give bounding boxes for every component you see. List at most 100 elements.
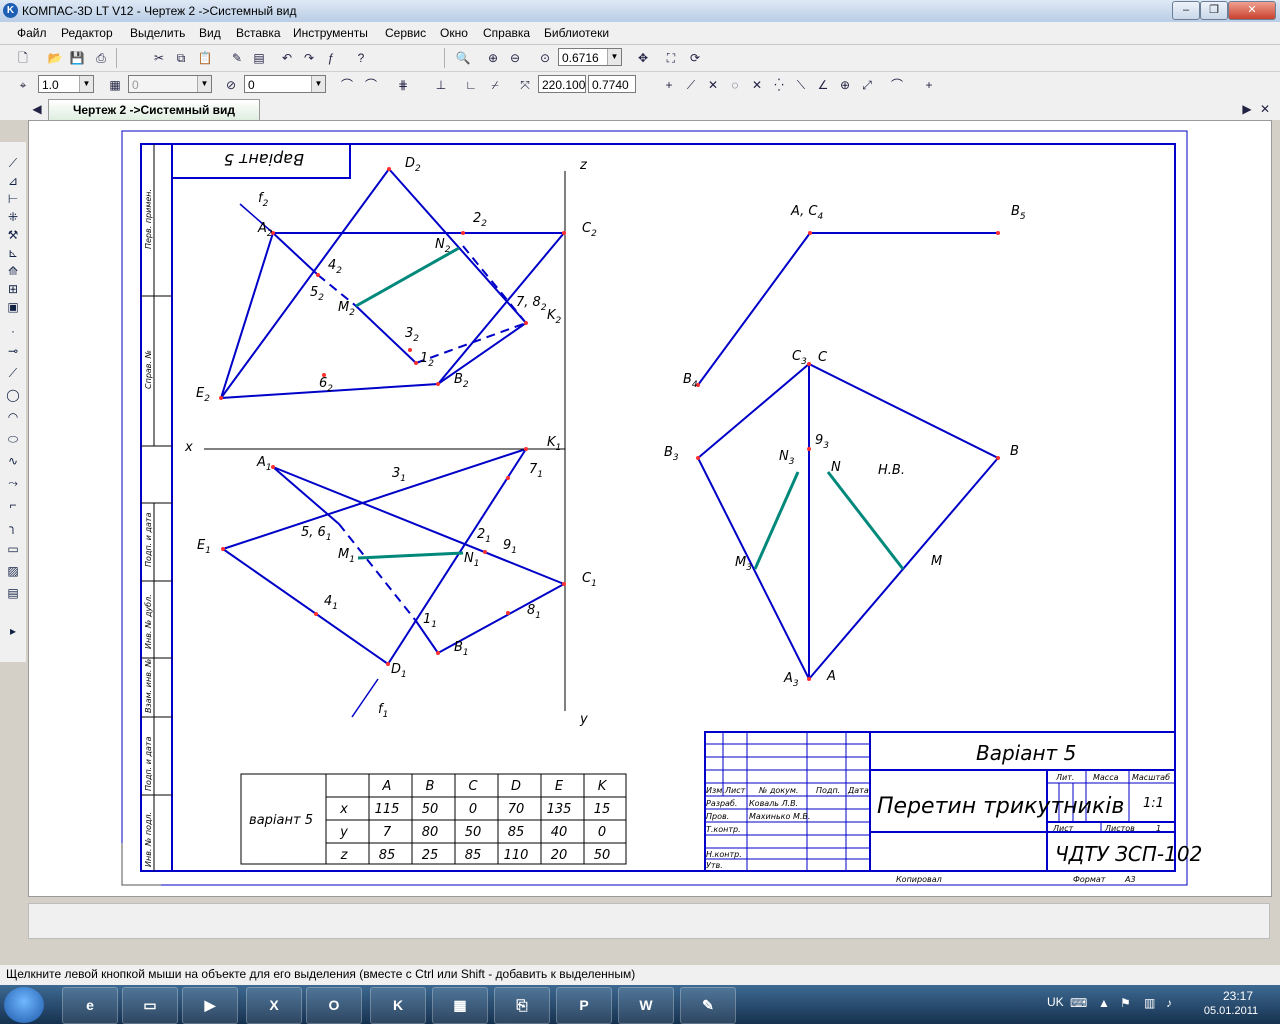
- explorer-icon[interactable]: ▭: [122, 987, 178, 1024]
- start-button-icon[interactable]: [4, 987, 44, 1023]
- clock-time[interactable]: 23:17: [1208, 989, 1268, 1003]
- aux-line-icon[interactable]: ⊸: [4, 342, 22, 360]
- circle-icon[interactable]: ◯: [4, 386, 22, 404]
- snap-point-icon[interactable]: +: [660, 76, 678, 94]
- menu-insert[interactable]: Вставка: [236, 26, 281, 40]
- style-input[interactable]: 0 ▼: [244, 75, 326, 93]
- local-cs-icon[interactable]: ⊥: [432, 76, 450, 94]
- keyboard-icon[interactable]: ⌨: [1070, 996, 1087, 1010]
- coord-y-input[interactable]: 0.7740: [588, 75, 636, 93]
- cursor-step-icon[interactable]: ⌖: [14, 76, 32, 94]
- function-icon[interactable]: ƒ: [322, 49, 340, 67]
- close-button[interactable]: ✕: [1228, 1, 1276, 20]
- drawing-sheet[interactable]: Bapiант 5 D2 A2 C2 E2 B2 K2 f2 22 42 52 …: [29, 121, 1271, 896]
- segment-icon[interactable]: ⟋: [4, 364, 22, 382]
- collection-icon[interactable]: ▤: [4, 584, 22, 602]
- point-icon[interactable]: ·: [4, 322, 22, 340]
- menu-help[interactable]: Справка: [483, 26, 530, 40]
- opera-icon[interactable]: O: [306, 987, 362, 1024]
- paint-icon[interactable]: ✎: [680, 987, 736, 1024]
- measure-icon[interactable]: ⊾: [4, 244, 22, 262]
- snap-extra-icon[interactable]: +: [920, 76, 938, 94]
- polyline-icon[interactable]: ⤳: [4, 474, 22, 492]
- editing-icon[interactable]: ⁜: [4, 208, 22, 226]
- pan-icon[interactable]: ✥: [634, 49, 652, 67]
- tray-expand-icon[interactable]: ▲: [1098, 996, 1110, 1010]
- more-tools-icon[interactable]: ▸: [4, 622, 22, 640]
- new-document-icon[interactable]: 🗋: [14, 49, 32, 67]
- menu-select[interactable]: Выделить: [130, 26, 185, 40]
- properties-icon[interactable]: ✎: [228, 49, 246, 67]
- copy-icon[interactable]: ⧉: [172, 49, 190, 67]
- menu-service[interactable]: Сервис: [385, 26, 426, 40]
- word-icon[interactable]: W: [618, 987, 674, 1024]
- snap-magnet-icon[interactable]: ⌒: [888, 76, 906, 94]
- tab-close-icon[interactable]: ✕: [1256, 100, 1274, 118]
- pdf-icon[interactable]: P: [556, 987, 612, 1024]
- tab-scroll-left-icon[interactable]: ◀: [28, 100, 46, 118]
- snap-icon[interactable]: ⌿: [486, 76, 504, 94]
- drawing-canvas[interactable]: Bapiант 5 D2 A2 C2 E2 B2 K2 f2 22 42 52 …: [28, 120, 1272, 897]
- menu-libraries[interactable]: Библиотеки: [544, 26, 609, 40]
- spec-icon[interactable]: ⊞: [4, 280, 22, 298]
- style-icon[interactable]: ⊘: [222, 76, 240, 94]
- redo-icon[interactable]: ↷: [300, 49, 318, 67]
- scanner-icon[interactable]: ⎘: [494, 987, 550, 1024]
- step-input[interactable]: 1.0 ▼: [38, 75, 94, 93]
- magnet-icon[interactable]: ⌒: [338, 76, 356, 94]
- grid-icon[interactable]: ⋕: [394, 76, 412, 94]
- undo-icon[interactable]: ↶: [278, 49, 296, 67]
- zoom-input[interactable]: 0.6716 ▼: [558, 48, 622, 66]
- snap-grid-icon[interactable]: ⁛: [770, 76, 788, 94]
- zoom-out-icon[interactable]: ⊖: [506, 49, 524, 67]
- excel-icon[interactable]: X: [246, 987, 302, 1024]
- snap-intersection-icon[interactable]: ✕: [704, 76, 722, 94]
- chevron-down-icon[interactable]: ▼: [311, 76, 325, 92]
- show-all-icon[interactable]: ⛶: [662, 49, 680, 67]
- fillet-icon[interactable]: ╮: [4, 518, 22, 536]
- coord-x-input[interactable]: 220.100: [538, 75, 586, 93]
- parametrization-icon[interactable]: ⚒: [4, 226, 22, 244]
- hatch-icon[interactable]: ▨: [4, 562, 22, 580]
- layer-input[interactable]: 0 ▼: [128, 75, 212, 93]
- spline-icon[interactable]: ∿: [4, 452, 22, 470]
- report-icon[interactable]: ▣: [4, 298, 22, 316]
- cut-icon[interactable]: ✂: [150, 49, 168, 67]
- chevron-down-icon[interactable]: ▼: [197, 76, 211, 92]
- table-icon[interactable]: ▤: [250, 49, 268, 67]
- ie-icon[interactable]: e: [62, 987, 118, 1024]
- volume-icon[interactable]: ♪: [1166, 996, 1172, 1010]
- winrar-icon[interactable]: ▦: [432, 987, 488, 1024]
- network-icon[interactable]: ▥: [1144, 996, 1155, 1010]
- restore-button[interactable]: ❐: [1200, 1, 1228, 20]
- zoom-in-icon[interactable]: ⊕: [484, 49, 502, 67]
- snap-curve-icon[interactable]: ⤢: [858, 76, 876, 94]
- paste-icon[interactable]: 📋: [196, 49, 214, 67]
- help-pointer-icon[interactable]: ?: [352, 49, 370, 67]
- geometry-icon[interactable]: ⟋: [4, 154, 22, 172]
- coordinates-icon[interactable]: ⤧: [516, 76, 534, 94]
- menu-tools[interactable]: Инструменты: [293, 26, 368, 40]
- menu-editor[interactable]: Редактор: [61, 26, 113, 40]
- ellipse-icon[interactable]: ⬭: [4, 430, 22, 448]
- chevron-down-icon[interactable]: ▼: [607, 49, 621, 65]
- tab-drawing-2[interactable]: Чертеж 2 ->Системный вид: [48, 99, 260, 120]
- kompas-taskbar-icon[interactable]: K: [370, 987, 426, 1024]
- dimensions-icon[interactable]: ⊿: [4, 172, 22, 190]
- snap-magnet-icon[interactable]: ⌒: [362, 76, 380, 94]
- zoom-scale-icon[interactable]: ⊙: [536, 49, 554, 67]
- print-icon[interactable]: ⎙: [92, 49, 110, 67]
- action-center-icon[interactable]: ⚑: [1120, 996, 1131, 1010]
- open-icon[interactable]: 📂: [46, 49, 64, 67]
- tab-scroll-right-icon[interactable]: ▶: [1238, 100, 1256, 118]
- media-player-icon[interactable]: ▶: [182, 987, 238, 1024]
- ortho-icon[interactable]: ∟: [462, 76, 480, 94]
- language-indicator[interactable]: UK: [1047, 995, 1064, 1009]
- minimize-button[interactable]: ‒: [1172, 1, 1200, 20]
- chevron-down-icon[interactable]: ▼: [79, 76, 93, 92]
- snap-mid-icon[interactable]: ⟍: [792, 76, 810, 94]
- clock-date[interactable]: 05.01.2011: [1196, 1005, 1266, 1017]
- snap-normal-icon[interactable]: ✕: [748, 76, 766, 94]
- chamfer-icon[interactable]: ⌐: [4, 496, 22, 514]
- snap-center-icon[interactable]: ⊕: [836, 76, 854, 94]
